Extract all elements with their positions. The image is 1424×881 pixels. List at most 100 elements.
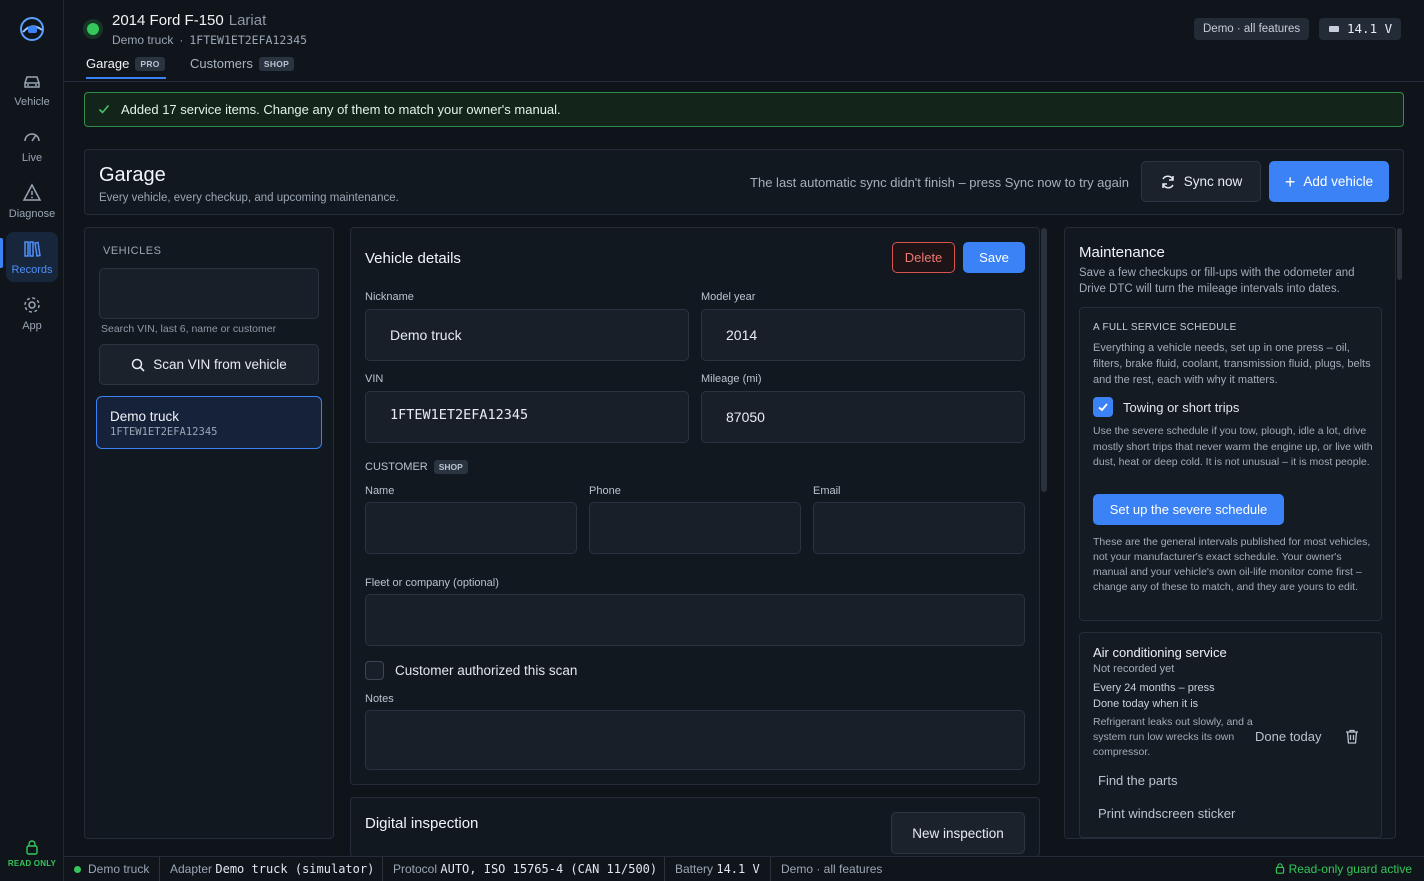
nav-rail: Vehicle Live Diagnose Records App READ O…	[0, 0, 64, 881]
vin-input[interactable]: 1FTEW1ET2EFA12345	[365, 391, 689, 443]
battery-icon	[1329, 26, 1339, 32]
top-header: 2014 Ford F-150 Lariat Demo truck · 1FTEW1E…	[64, 0, 1424, 82]
shop-badge: SHOP	[258, 56, 295, 71]
status-protocol-label: Protocol	[393, 862, 438, 876]
books-icon	[24, 240, 41, 257]
fleet-input[interactable]	[365, 594, 1025, 646]
status-demo: Demo · all features	[781, 862, 883, 876]
notes-textarea[interactable]	[365, 710, 1025, 770]
shop-badge: SHOP	[433, 460, 468, 474]
severe-schedule-text: Use the severe schedule if you tow, plou…	[1093, 425, 1373, 468]
schedule-heading: A FULL SERVICE SCHEDULE	[1093, 322, 1237, 333]
vehicle-title: 2014 Ford F-150 Lariat	[112, 12, 266, 29]
vehicle-list-item[interactable]: Demo truck 1FTEW1ET2EFA12345	[96, 396, 322, 449]
authorized-checkbox[interactable]	[365, 661, 384, 680]
model-year-input[interactable]: 2014	[701, 309, 1025, 361]
scan-vin-button[interactable]: Scan VIN from vehicle	[99, 344, 319, 385]
success-toast: Added 17 service items. Change any of th…	[84, 92, 1404, 127]
active-tab-indicator	[86, 77, 166, 79]
status-vehicle: Demo truck	[88, 862, 150, 876]
details-scrollbar[interactable]	[1041, 228, 1047, 492]
maintenance-title: Maintenance	[1079, 244, 1165, 261]
vehicle-model: 2014 Ford F-150	[112, 12, 224, 29]
plus-icon: +	[1284, 171, 1296, 192]
status-protocol-value: AUTO, ISO 15765-4 (CAN 11/500)	[440, 862, 658, 876]
schedule-text: Everything a vehicle needs, set up in on…	[1093, 342, 1371, 386]
towing-checkbox[interactable]	[1093, 397, 1113, 417]
status-divider	[770, 857, 771, 881]
status-bar: Demo truck Adapter Demo truck (simulator…	[64, 856, 1424, 881]
vehicle-subtitle: Demo truck · 1FTEW1ET2EFA12345	[112, 33, 307, 47]
read-only-guard: Read-only guard active	[1275, 862, 1412, 876]
towing-checkbox-row[interactable]: Towing or short trips	[1093, 397, 1239, 417]
tab-customers-label: Customers	[190, 56, 253, 71]
lock-icon	[1275, 863, 1284, 874]
tab-garage[interactable]: Garage PRO	[86, 56, 165, 71]
print-sticker-link[interactable]: Print windscreen sticker	[1098, 806, 1235, 821]
customer-heading: CUSTOMER SHOP	[365, 460, 468, 474]
inspection-title: Digital inspection	[365, 815, 479, 832]
battery-voltage-badge: 14.1 V	[1319, 18, 1401, 40]
status-adapter-label: Adapter	[170, 862, 213, 876]
status-divider	[382, 857, 383, 881]
pro-badge: PRO	[135, 56, 165, 71]
nav-diagnose[interactable]: Diagnose	[6, 176, 58, 226]
find-parts-link[interactable]: Find the parts	[1098, 773, 1178, 788]
nav-live[interactable]: Live	[6, 120, 58, 170]
customer-phone-input[interactable]	[589, 502, 801, 554]
nav-live-label: Live	[21, 151, 43, 164]
customer-heading-label: CUSTOMER	[365, 461, 428, 473]
vin-label: VIN	[365, 373, 384, 385]
sync-status-message: The last automatic sync didn't finish – …	[750, 175, 1129, 190]
refresh-icon	[1161, 174, 1174, 189]
status-adapter: Adapter Demo truck (simulator)	[170, 862, 374, 876]
done-today-button[interactable]: Done today	[1255, 729, 1322, 744]
save-button[interactable]: Save	[963, 242, 1025, 273]
page-description: Every vehicle, every checkup, and upcomi…	[99, 192, 399, 204]
delete-button[interactable]: Delete	[892, 242, 955, 273]
vehicle-search-input[interactable]	[99, 268, 319, 319]
maintenance-intro: Save a few checkups or fill-ups with the…	[1079, 267, 1355, 295]
details-title: Vehicle details	[365, 250, 461, 267]
nav-diagnose-label: Diagnose	[8, 207, 56, 220]
nickname-label: Nickname	[365, 291, 414, 303]
connection-status-dot	[87, 23, 99, 35]
inspection-panel: Digital inspection New inspection	[350, 797, 1040, 857]
scan-vin-label: Scan VIN from vehicle	[153, 357, 287, 372]
add-vehicle-label: Add vehicle	[1303, 174, 1374, 189]
vehicle-trim: Lariat	[228, 12, 267, 29]
schedule-disclaimer: These are the general intervals publishe…	[1093, 536, 1371, 593]
nickname-input[interactable]: Demo truck	[365, 309, 689, 361]
read-only-guard-label: Read-only guard active	[1288, 862, 1412, 876]
nav-vehicle[interactable]: Vehicle	[6, 64, 58, 114]
maintenance-scrollbar[interactable]	[1397, 228, 1402, 280]
trash-icon[interactable]	[1345, 729, 1359, 744]
app-logo-icon[interactable]	[18, 16, 46, 42]
authorized-label: Customer authorized this scan	[395, 663, 578, 678]
nav-vehicle-label: Vehicle	[14, 95, 50, 108]
maintenance-item-why: Refrigerant leaks out slowly, and a syst…	[1093, 716, 1253, 758]
maintenance-item-name: Air conditioning service	[1093, 645, 1227, 660]
customer-email-input[interactable]	[813, 502, 1025, 554]
battery-voltage-value: 14.1 V	[1347, 21, 1393, 36]
nav-records-label: Records	[11, 263, 53, 276]
authorized-checkbox-row[interactable]: Customer authorized this scan	[365, 661, 577, 680]
tab-garage-label: Garage	[86, 56, 130, 71]
status-divider	[664, 857, 665, 881]
add-vehicle-button[interactable]: + Add vehicle	[1269, 161, 1389, 202]
mileage-input[interactable]: 87050	[701, 391, 1025, 443]
car-icon	[24, 75, 40, 88]
maintenance-item-interval: Every 24 months – press Done today when …	[1093, 680, 1215, 712]
nav-records[interactable]: Records	[6, 232, 58, 282]
nav-app[interactable]: App	[6, 288, 58, 338]
vehicles-panel: VEHICLES Search VIN, last 6, name or cus…	[84, 227, 334, 839]
tab-customers[interactable]: Customers SHOP	[190, 56, 295, 71]
customer-email-label: Email	[813, 485, 841, 497]
sync-now-button[interactable]: Sync now	[1141, 161, 1261, 202]
severe-schedule-button[interactable]: Set up the severe schedule	[1093, 494, 1284, 525]
vehicle-list-item-vin: 1FTEW1ET2EFA12345	[110, 426, 218, 438]
customer-name-input[interactable]	[365, 502, 577, 554]
status-battery: Battery 14.1 V	[675, 862, 760, 876]
new-inspection-button[interactable]: New inspection	[891, 812, 1025, 854]
vehicle-vin: 1FTEW1ET2EFA12345	[189, 33, 308, 47]
